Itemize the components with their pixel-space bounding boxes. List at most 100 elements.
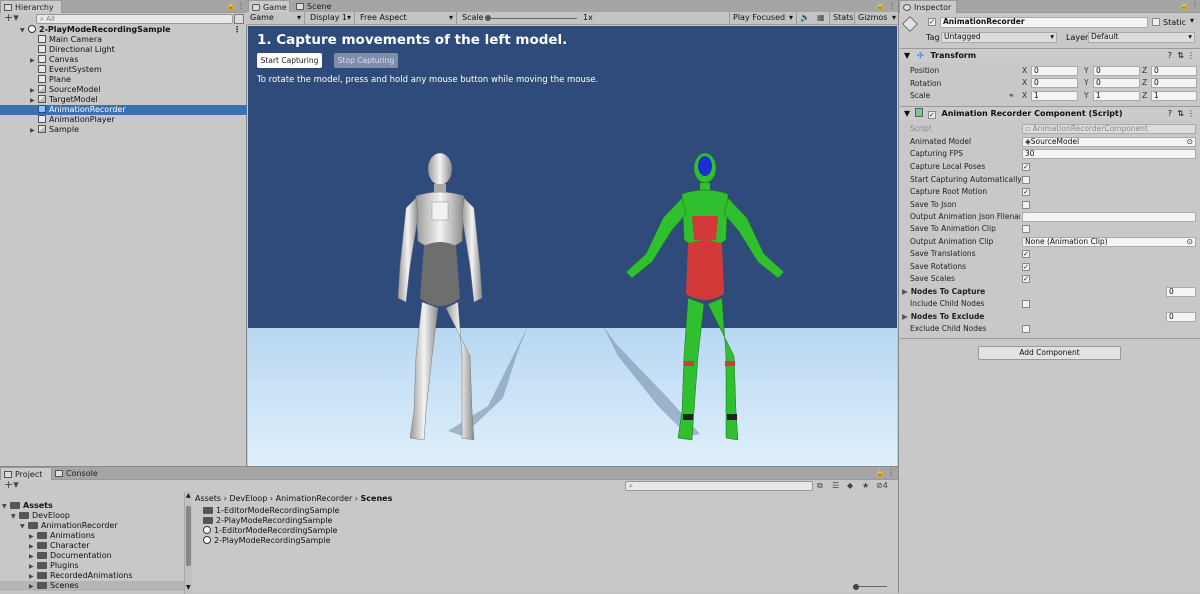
object-name-field[interactable]: AnimationRecorder [940, 17, 1148, 28]
game-mode-dropdown[interactable]: Game ▾ [247, 12, 305, 24]
game-menu-icon[interactable]: ⋮ [888, 0, 896, 12]
foldout-icon[interactable]: ▼ [904, 51, 910, 60]
scale-y-field[interactable]: 1 [1093, 91, 1140, 101]
scale-z-field[interactable]: 1 [1151, 91, 1197, 101]
game-view[interactable]: 1. Capture movements of the left model. … [248, 26, 897, 466]
project-folder-item[interactable]: ▶ Scenes [0, 581, 185, 591]
scroll-down-icon[interactable]: ▼ [186, 584, 191, 591]
scale-slider-track[interactable] [487, 18, 577, 19]
hierarchy-item[interactable]: AnimationPlayer [0, 115, 247, 125]
hierarchy-item[interactable]: ▶ TargetModel [0, 95, 247, 105]
toggle-checkbox[interactable]: ✓ [1022, 262, 1030, 271]
inspector-menu-icon[interactable]: ⋮ [1191, 0, 1199, 12]
aspect-dropdown[interactable]: Free Aspect ▾ [357, 12, 457, 24]
scroll-up-icon[interactable]: ▲ [186, 492, 191, 499]
nodes-to-exclude-count[interactable]: 0 [1166, 312, 1196, 322]
foldout-right-icon[interactable]: ▶ [902, 287, 908, 296]
zoom-slider[interactable] [853, 584, 887, 590]
rotation-x-field[interactable]: 0 [1031, 78, 1078, 88]
toggle-checkbox[interactable]: ✓ [1022, 163, 1030, 171]
component-enabled-checkbox[interactable]: ✓ [927, 111, 936, 119]
hierarchy-item[interactable]: EventSystem [0, 65, 247, 75]
tab-inspector[interactable]: Inspector [899, 0, 957, 13]
axis-label-x[interactable]: X [1022, 77, 1027, 89]
search-input[interactable]: ⌕ All [36, 14, 233, 24]
exclude-child-checkbox[interactable] [1022, 325, 1030, 333]
add-icon[interactable]: +▾ [4, 12, 19, 24]
project-menu-icon[interactable]: ⋮ [887, 467, 895, 479]
project-tree-scrollbar[interactable]: ▲ ▼ [184, 492, 192, 594]
axis-label-z[interactable]: Z [1142, 65, 1147, 77]
hidden-packages-icon[interactable]: ⊘4 [876, 480, 888, 492]
search-by-label-icon[interactable]: ☰ [832, 480, 839, 492]
tag-dropdown[interactable]: Untagged ▾ [941, 32, 1057, 43]
axis-label-y[interactable]: Y [1084, 90, 1089, 102]
start-capturing-button[interactable]: Start Capturing [257, 53, 322, 68]
tab-console[interactable]: Console [52, 467, 104, 480]
toggle-checkbox[interactable]: ✓ [1022, 188, 1030, 196]
scale-slider-handle[interactable] [485, 15, 491, 21]
project-file-item[interactable]: 2-PlayModeRecordingSample [203, 516, 503, 526]
project-folder-item[interactable]: ▶ RecordedAnimations [0, 571, 185, 581]
menu-dots-icon[interactable]: ⋮ [237, 0, 245, 12]
hierarchy-item[interactable]: ▶ Canvas [0, 55, 247, 65]
project-file-item[interactable]: 2-PlayModeRecordingSample [203, 536, 503, 546]
toggle-checkbox[interactable]: ✓ [1022, 275, 1030, 283]
object-picker-icon[interactable]: ⊙ [1187, 238, 1193, 246]
scroll-thumb[interactable] [186, 506, 191, 566]
collapse-arrow-icon[interactable]: ▶ [29, 582, 37, 592]
breadcrumb-item[interactable]: Assets [195, 494, 221, 503]
axis-label-x[interactable]: X [1022, 65, 1027, 77]
grid-icon[interactable]: ▦ [817, 12, 825, 24]
foldout-right-icon[interactable]: ▶ [902, 312, 908, 321]
component-menu-icon[interactable]: ⋮ [1187, 49, 1195, 63]
play-focused-dropdown[interactable]: Play Focused ▾ [729, 12, 797, 24]
project-folder-item[interactable]: ▼ DevEloop [0, 511, 185, 521]
nodes-to-capture-foldout[interactable]: ▶ Nodes To Capture [902, 286, 985, 298]
preset-icon[interactable]: ⇅ [1177, 49, 1184, 63]
gizmos-dropdown[interactable]: Gizmos ▾ [855, 12, 898, 24]
label-icon[interactable]: ◆ [847, 480, 853, 492]
axis-label-y[interactable]: Y [1084, 65, 1089, 77]
project-search-input[interactable]: ⌕ [625, 481, 813, 491]
foldout-icon[interactable]: ▼ [904, 109, 910, 118]
rotation-y-field[interactable]: 0 [1093, 78, 1140, 88]
display-dropdown[interactable]: Display 1 ▾ [307, 12, 355, 24]
help-icon[interactable]: ? [1168, 49, 1172, 63]
component-header[interactable]: ▼ ✓ Animation Recorder Component (Script… [900, 106, 1200, 120]
static-checkbox[interactable] [1152, 18, 1160, 26]
scene-root[interactable]: ▼ 2-PlayModeRecordingSample ⋮ [0, 25, 247, 35]
add-component-button[interactable]: Add Component [978, 346, 1121, 360]
hierarchy-item[interactable]: ▶ SourceModel [0, 85, 247, 95]
search-by-type-icon[interactable]: ⧉ [817, 480, 823, 492]
save-clip-checkbox[interactable] [1022, 225, 1030, 233]
inspector-lock-icon[interactable]: 🔒 [1179, 0, 1189, 12]
breadcrumb-item[interactable]: AnimationRecorder [276, 494, 353, 503]
static-dropdown-icon[interactable]: ▾ [1190, 16, 1194, 25]
constrain-proportions-icon[interactable]: ⚭ [1008, 90, 1015, 102]
output-clip-field[interactable]: None (Animation Clip) ⊙ [1022, 237, 1196, 247]
stop-capturing-button[interactable]: Stop Capturing [334, 53, 398, 68]
nodes-to-exclude-foldout[interactable]: ▶ Nodes To Exclude [902, 311, 984, 323]
layer-dropdown[interactable]: Default ▾ [1088, 32, 1195, 43]
preset-icon[interactable]: ⇅ [1177, 107, 1184, 121]
include-child-checkbox[interactable] [1022, 300, 1030, 308]
json-filename-field[interactable] [1022, 212, 1196, 222]
rotation-z-field[interactable]: 0 [1151, 78, 1197, 88]
hierarchy-item[interactable]: ▶ Sample [0, 125, 247, 135]
scene-menu-icon[interactable]: ⋮ [233, 25, 241, 35]
game-lock-icon[interactable]: 🔒 [875, 0, 885, 12]
project-file-item[interactable]: 1-EditorModeRecordingSample [203, 526, 503, 536]
toggle-checkbox[interactable] [1022, 175, 1030, 184]
hierarchy-item[interactable]: Main Camera [0, 35, 247, 45]
active-checkbox[interactable]: ✓ [928, 18, 936, 26]
position-y-field[interactable]: 0 [1093, 66, 1140, 76]
mute-audio-icon[interactable]: 🔈 [800, 12, 810, 24]
position-x-field[interactable]: 0 [1031, 66, 1078, 76]
hierarchy-item[interactable]: Directional Light [0, 45, 247, 55]
toggle-checkbox[interactable]: ✓ [1022, 250, 1030, 258]
project-folder-item[interactable]: ▶ Plugins [0, 561, 185, 571]
project-file-item[interactable]: 1-EditorModeRecordingSample [203, 506, 503, 516]
stats-button[interactable]: Stats [829, 12, 855, 24]
project-folder-item[interactable]: ▶ Character [0, 541, 185, 551]
